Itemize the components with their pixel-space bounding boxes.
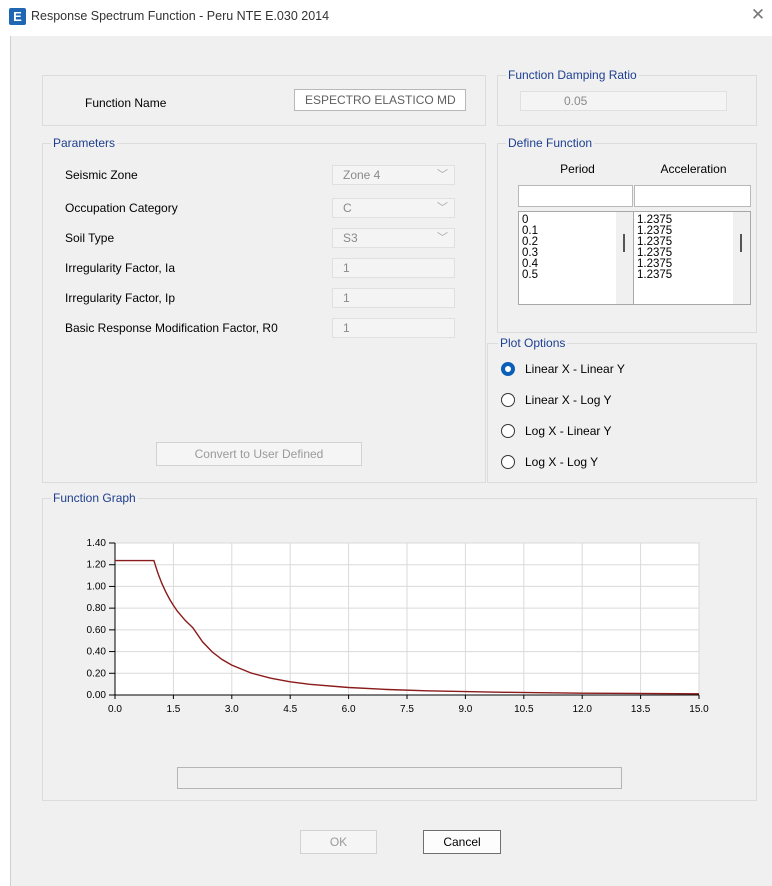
chevron-down-icon: ﹀ xyxy=(437,232,448,244)
damping-group-label: Function Damping Ratio xyxy=(506,68,639,82)
plot-option-label: Log X - Log Y xyxy=(525,455,599,469)
y-tick-label: 0.60 xyxy=(87,625,107,636)
seismic-zone-value: Zone 4 xyxy=(343,168,381,182)
dialog-body: Function Name ESPECTRO ELASTICO MD Funct… xyxy=(10,36,772,886)
acceleration-entry-input[interactable] xyxy=(634,185,751,207)
plot-option-label: Log X - Linear Y xyxy=(525,424,612,438)
damping-ratio-input[interactable]: 0.05 xyxy=(520,91,727,111)
function-name-label: Function Name xyxy=(85,96,167,110)
x-tick-label: 9.0 xyxy=(458,704,472,715)
radio-unchecked-icon[interactable] xyxy=(501,455,515,469)
r0-input[interactable]: 1 xyxy=(332,318,455,338)
scrollbar-thumb[interactable] xyxy=(623,234,625,252)
function-name-input[interactable]: ESPECTRO ELASTICO MD xyxy=(294,89,466,111)
occupation-category-label: Occupation Category xyxy=(65,201,178,215)
y-tick-label: 1.20 xyxy=(87,560,107,571)
x-tick-label: 1.5 xyxy=(166,704,180,715)
close-icon[interactable]: ✕ xyxy=(748,5,768,25)
radio-unchecked-icon[interactable] xyxy=(501,393,515,407)
app-logo-icon: E xyxy=(9,8,26,25)
function-graph-group: Function Graph 0.0 1.5 3.0 4.5 6.0 7.5 9.0 10.5… xyxy=(42,491,757,801)
parameters-group: Parameters Seismic Zone Zone 4 ﹀ Occupat… xyxy=(42,136,486,483)
window-title: Response Spectrum Function - Peru NTE E.… xyxy=(31,9,330,23)
x-tick-label: 4.5 xyxy=(283,704,297,715)
radio-checked-icon[interactable] xyxy=(501,362,515,376)
period-list[interactable]: 0 0.1 0.2 0.3 0.4 0.5 xyxy=(518,211,634,305)
acceleration-list[interactable]: 1.2375 1.2375 1.2375 1.2375 1.2375 1.2375 xyxy=(633,211,751,305)
seismic-zone-label: Seismic Zone xyxy=(65,168,138,182)
acceleration-list-scrollbar[interactable] xyxy=(733,212,750,304)
soil-type-select[interactable]: S3 ﹀ xyxy=(332,228,455,248)
seismic-zone-select[interactable]: Zone 4 ﹀ xyxy=(332,165,455,185)
irregularity-ip-input[interactable]: 1 xyxy=(332,288,455,308)
period-entry-input[interactable] xyxy=(518,185,633,207)
parameters-group-label: Parameters xyxy=(51,136,118,150)
x-tick-label: 3.0 xyxy=(225,704,239,715)
y-tick-label: 0.20 xyxy=(87,668,107,679)
acceleration-column-header: Acceleration xyxy=(660,162,727,176)
x-tick-label: 0.0 xyxy=(108,704,122,715)
soil-type-label: Soil Type xyxy=(65,231,115,245)
define-function-group: Define Function Period Acceleration 0 0.1… xyxy=(497,136,757,333)
function-graph-group-label: Function Graph xyxy=(51,491,138,505)
r0-label: Basic Response Modification Factor, R0 xyxy=(65,321,278,335)
function-name-group: Function Name ESPECTRO ELASTICO MD xyxy=(42,75,486,126)
define-function-group-label: Define Function xyxy=(506,136,595,150)
damping-group: Function Damping Ratio 0.05 xyxy=(497,68,757,126)
chevron-down-icon: ﹀ xyxy=(437,169,448,181)
chevron-down-icon: ﹀ xyxy=(437,202,448,214)
x-tick-label: 13.5 xyxy=(631,704,651,715)
x-tick-label: 6.0 xyxy=(342,704,356,715)
graph-status-field xyxy=(177,767,622,789)
plot-option-label: Linear X - Log Y xyxy=(525,393,612,407)
function-graph-chart: 0.0 1.5 3.0 4.5 6.0 7.5 9.0 10.5 12.0 13.5 15.0 0.0… xyxy=(87,538,710,715)
x-tick-label: 15.0 xyxy=(689,704,709,715)
plot-option-label: Linear X - Linear Y xyxy=(525,362,625,376)
soil-type-value: S3 xyxy=(343,231,358,245)
occupation-category-select[interactable]: C ﹀ xyxy=(332,198,455,218)
title-bar: E Response Spectrum Function - Peru NTE … xyxy=(0,0,772,34)
ok-button[interactable]: OK xyxy=(300,830,377,854)
y-tick-label: 1.00 xyxy=(87,581,107,592)
x-tick-label: 12.0 xyxy=(572,704,592,715)
y-tick-label: 0.80 xyxy=(87,603,107,614)
irregularity-ip-label: Irregularity Factor, Ip xyxy=(65,291,176,305)
scrollbar-thumb[interactable] xyxy=(740,234,742,252)
irregularity-ia-label: Irregularity Factor, Ia xyxy=(65,261,176,275)
x-tick-label: 10.5 xyxy=(514,704,534,715)
plot-options-group-label: Plot Options xyxy=(498,336,568,350)
y-tick-label: 0.00 xyxy=(87,690,107,701)
period-list-scrollbar[interactable] xyxy=(616,212,633,304)
occupation-category-value: C xyxy=(343,201,352,215)
irregularity-ia-input[interactable]: 1 xyxy=(332,258,455,278)
period-column-header: Period xyxy=(560,162,595,176)
plot-options-group: Plot Options Linear X - Linear Y Linear … xyxy=(487,336,757,483)
cancel-button[interactable]: Cancel xyxy=(423,830,501,854)
x-tick-label: 7.5 xyxy=(400,704,414,715)
y-tick-label: 0.40 xyxy=(87,647,107,658)
y-tick-label: 1.40 xyxy=(87,538,107,549)
radio-unchecked-icon[interactable] xyxy=(501,424,515,438)
convert-to-user-defined-button[interactable]: Convert to User Defined xyxy=(156,442,362,466)
